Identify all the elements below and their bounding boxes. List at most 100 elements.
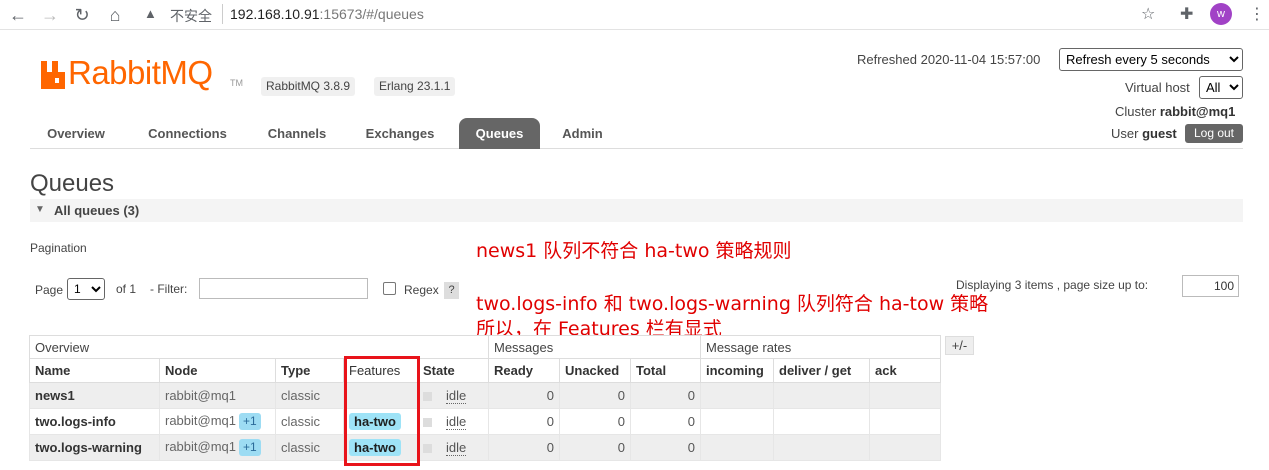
table-row[interactable]: two.logs-warning rabbit@mq1 +1 classic ha…: [29, 434, 941, 461]
forward-icon[interactable]: →: [39, 4, 61, 26]
queue-type: classic: [275, 382, 344, 409]
erlang-version: Erlang 23.1.1: [374, 77, 456, 96]
group-messages: Messages: [488, 335, 701, 359]
rabbit-logo-icon: [41, 61, 65, 89]
queue-node: rabbit@mq1 +1: [159, 408, 276, 435]
queue-node: rabbit@mq1: [159, 382, 276, 409]
incoming-rate: [700, 408, 774, 435]
group-message-rates: Message rates: [700, 335, 941, 359]
ready-count: 0: [488, 434, 560, 461]
cluster-info: Cluster rabbit@mq1: [1115, 104, 1236, 119]
ack-rate: [869, 408, 941, 435]
total-count: 0: [630, 408, 701, 435]
tab-overview[interactable]: Overview: [30, 118, 122, 149]
tab-connections[interactable]: Connections: [135, 118, 240, 149]
extensions-icon[interactable]: ✚: [1180, 4, 1193, 24]
refreshed-time: Refreshed 2020-11-04 15:57:00: [857, 52, 1041, 67]
section-title: All queues (3): [54, 203, 140, 218]
menu-dots-icon[interactable]: ⋮: [1249, 4, 1265, 24]
annotation-line-1: news1 队列不符合 ha-two 策略规则: [476, 240, 792, 262]
queues-table: Overview Messages Message rates Name Nod…: [29, 335, 941, 461]
col-deliver-get[interactable]: deliver / get: [773, 358, 870, 383]
url-text[interactable]: 192.168.10.91:15673/#/queues: [230, 6, 424, 22]
home-icon[interactable]: ⌂: [104, 4, 126, 26]
logo-tm: TM: [230, 78, 243, 88]
col-incoming[interactable]: incoming: [700, 358, 774, 383]
ready-count: 0: [488, 408, 560, 435]
ready-count: 0: [488, 382, 560, 409]
col-type[interactable]: Type: [275, 358, 344, 383]
profile-avatar[interactable]: w: [1210, 3, 1232, 25]
table-row[interactable]: two.logs-info rabbit@mq1 +1 classic ha-tw…: [29, 408, 941, 435]
unacked-count: 0: [559, 408, 631, 435]
col-ready[interactable]: Ready: [488, 358, 560, 383]
queue-state: idle: [417, 408, 489, 435]
virtual-host-label: Virtual host: [1125, 80, 1190, 95]
annotation-line-2: two.logs-info 和 two.logs-warning 队列符合 ha…: [476, 293, 989, 315]
deliver-get-rate: [773, 434, 870, 461]
main-nav-tabs: Overview Connections Channels Exchanges …: [30, 118, 1243, 149]
features-highlight-box: [344, 356, 420, 466]
incoming-rate: [700, 382, 774, 409]
refresh-interval-select[interactable]: Refresh every 5 seconds: [1059, 48, 1243, 71]
insecure-label: 不安全: [170, 8, 212, 24]
ack-rate: [869, 382, 941, 409]
col-total[interactable]: Total: [630, 358, 701, 383]
state-indicator: [423, 418, 432, 428]
queue-type: classic: [275, 434, 344, 461]
browser-toolbar: ← → ↻ ⌂ ▲ 不安全 192.168.10.91:15673/#/queu…: [0, 0, 1269, 30]
col-node[interactable]: Node: [159, 358, 276, 383]
logo-text: RabbitMQ: [68, 54, 213, 91]
queue-node: rabbit@mq1 +1: [159, 434, 276, 461]
regex-checkbox[interactable]: [383, 282, 396, 295]
unacked-count: 0: [559, 382, 631, 409]
regex-help-button[interactable]: ?: [444, 282, 459, 299]
bookmark-star-icon[interactable]: ☆: [1141, 4, 1155, 24]
page-size-input[interactable]: 100: [1182, 275, 1239, 297]
address-divider: [222, 4, 223, 24]
incoming-rate: [700, 434, 774, 461]
col-ack[interactable]: ack: [869, 358, 941, 383]
table-row[interactable]: news1 rabbit@mq1 classic idle 0 0 0: [29, 382, 941, 409]
state-indicator: [423, 392, 432, 402]
all-queues-section-toggle[interactable]: ▼ All queues (3): [30, 199, 1243, 222]
page-title: Queues: [30, 170, 115, 197]
tab-channels[interactable]: Channels: [252, 118, 342, 149]
tab-exchanges[interactable]: Exchanges: [355, 118, 445, 149]
queue-state: idle: [417, 382, 489, 409]
mirror-count-badge: +1: [239, 439, 261, 456]
mirror-count-badge: +1: [239, 413, 261, 430]
filter-input[interactable]: [199, 278, 368, 299]
column-options-button[interactable]: +/-: [945, 336, 974, 355]
rabbitmq-version: RabbitMQ 3.8.9: [261, 77, 356, 96]
tab-queues[interactable]: Queues: [459, 118, 540, 149]
total-count: 0: [630, 434, 701, 461]
deliver-get-rate: [773, 382, 870, 409]
total-count: 0: [630, 382, 701, 409]
unacked-count: 0: [559, 434, 631, 461]
ack-rate: [869, 434, 941, 461]
queue-name[interactable]: news1: [29, 382, 160, 409]
column-header-row: Name Node Type Features State Ready Unac…: [29, 358, 941, 383]
state-indicator: [423, 444, 432, 454]
regex-label: Regex: [404, 283, 439, 297]
address-bar[interactable]: ▲ 不安全 192.168.10.91:15673/#/queues: [140, 2, 1180, 27]
virtual-host-select[interactable]: All: [1199, 76, 1243, 99]
back-icon[interactable]: ←: [7, 4, 29, 26]
col-name[interactable]: Name: [29, 358, 160, 383]
page-select[interactable]: 1: [67, 278, 105, 300]
queue-state: idle: [417, 434, 489, 461]
warning-icon: ▲: [144, 6, 157, 21]
col-unacked[interactable]: Unacked: [559, 358, 631, 383]
queue-name[interactable]: two.logs-info: [29, 408, 160, 435]
page-label: Page: [35, 283, 64, 297]
queue-name[interactable]: two.logs-warning: [29, 434, 160, 461]
page-count: of 1: [116, 282, 137, 296]
col-state[interactable]: State: [417, 358, 489, 383]
deliver-get-rate: [773, 408, 870, 435]
collapse-triangle-icon: ▼: [35, 204, 45, 215]
filter-label: - Filter:: [150, 282, 188, 296]
reload-icon[interactable]: ↻: [71, 4, 93, 26]
column-group-row: Overview Messages Message rates: [29, 335, 941, 359]
tab-admin[interactable]: Admin: [550, 118, 615, 149]
